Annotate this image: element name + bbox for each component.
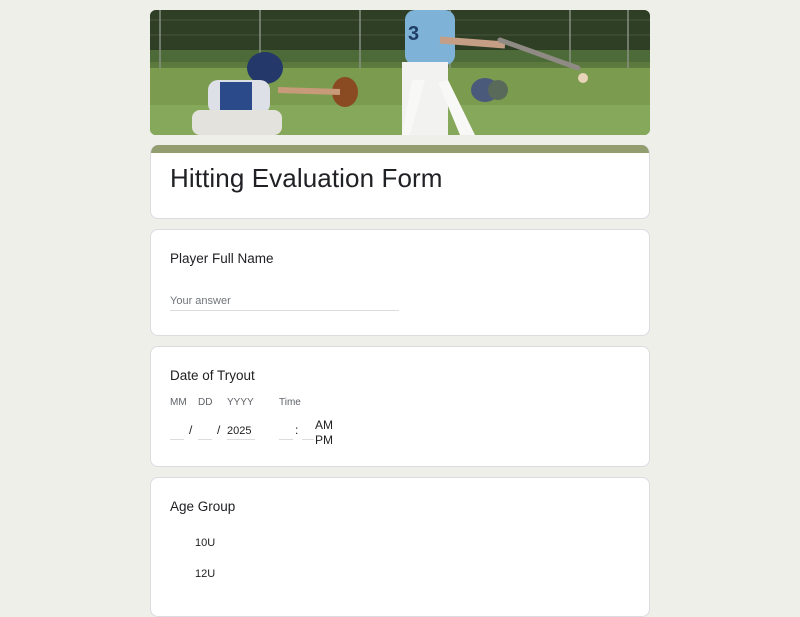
hour-input[interactable] — [279, 422, 293, 440]
radio-button[interactable] — [170, 567, 184, 581]
date-separator: / — [217, 423, 221, 437]
form-title-card: Hitting Evaluation Form — [150, 145, 650, 219]
year-input[interactable]: 2025 — [227, 422, 255, 440]
svg-text:3: 3 — [408, 23, 419, 45]
pm-option[interactable]: PM — [315, 433, 333, 448]
day-input[interactable] — [198, 422, 212, 440]
date-of-tryout-label: Date of Tryout — [170, 368, 255, 383]
month-input[interactable] — [170, 422, 184, 440]
minute-input[interactable] — [302, 422, 314, 440]
header-banner-image: 3 — [150, 10, 650, 135]
radio-button[interactable] — [170, 536, 184, 550]
player-name-input[interactable] — [170, 292, 399, 311]
month-label: MM — [170, 397, 187, 408]
question-age-group: Age Group 10U 12U — [150, 477, 650, 617]
day-label: DD — [198, 397, 213, 408]
option-label: 10U — [195, 537, 216, 549]
time-separator: : — [295, 423, 299, 437]
time-label: Time — [279, 397, 301, 408]
am-option[interactable]: AM — [315, 418, 333, 433]
question-date-of-tryout: Date of Tryout MM DD YYYY Time / / 2025 … — [150, 346, 650, 467]
title-accent-bar — [151, 145, 649, 153]
age-group-label: Age Group — [170, 499, 236, 514]
date-separator: / — [189, 423, 193, 437]
form-column: 3 Hitting Evaluation Form Player Full Na… — [150, 10, 650, 617]
option-label: 12U — [195, 568, 216, 580]
question-player-name: Player Full Name — [150, 229, 650, 336]
year-label: YYYY — [227, 397, 254, 408]
form-title: Hitting Evaluation Form — [170, 163, 443, 193]
baseball-photo: 3 — [150, 10, 650, 135]
player-name-label: Player Full Name — [170, 251, 274, 266]
